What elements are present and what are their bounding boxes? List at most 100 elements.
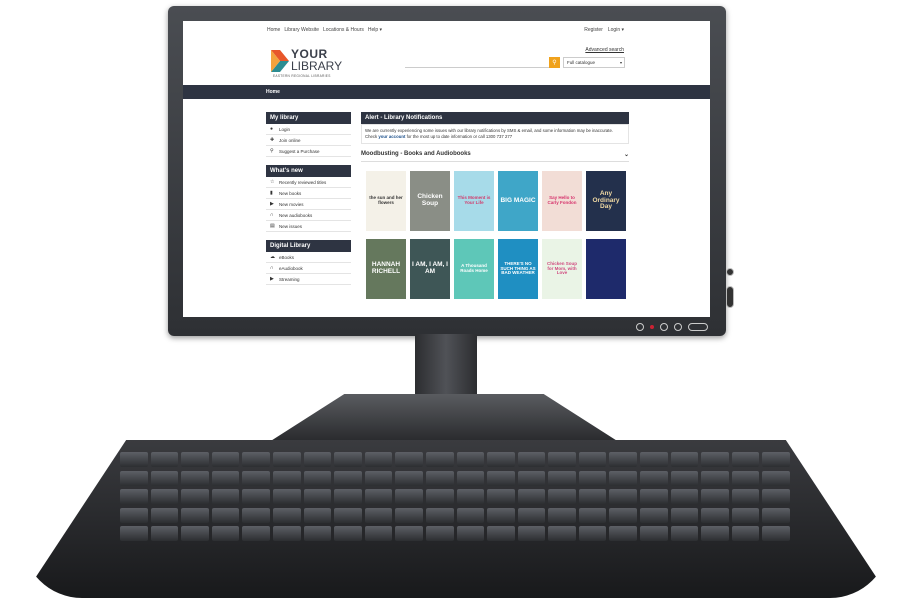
chevron-down-icon[interactable]: ⌄: [624, 151, 629, 158]
search-bar: ⚲ Full catalogue: [405, 56, 625, 68]
book-cover[interactable]: BIG MAGIC: [498, 171, 538, 231]
keyboard-key: [578, 526, 607, 542]
keyboard-key: [731, 489, 760, 505]
breadcrumb-home[interactable]: Home: [183, 85, 710, 99]
keyboard-key: [150, 452, 179, 467]
catalogue-select[interactable]: Full catalogue: [563, 56, 625, 68]
nav-home[interactable]: Home: [267, 27, 280, 33]
browser-screen: Home Library Website Locations & Hours H…: [183, 21, 710, 317]
keyboard-key: [303, 507, 332, 523]
search-icon: ⚲: [552, 59, 557, 66]
book-cover[interactable]: Any Ordinary Day: [586, 171, 626, 231]
keyboard-key: [762, 507, 790, 523]
keyboard-key: [211, 470, 240, 486]
side-button-icon[interactable]: [726, 268, 734, 276]
keyboard-key: [242, 452, 270, 467]
keyboard-key: [395, 489, 423, 505]
keyboard-key: [364, 507, 393, 523]
keyboard-key: [578, 489, 607, 505]
keyboard-key: [181, 452, 209, 467]
alert-title: Alert - Library Notifications: [361, 112, 629, 124]
keyboard-key: [640, 526, 668, 542]
keyboard-key: [670, 452, 699, 467]
sidebar-item-label: New books: [279, 190, 302, 196]
keyboard-key: [334, 507, 362, 523]
nav-library-website[interactable]: Library Website: [284, 27, 319, 33]
keyboard-key: [487, 452, 515, 467]
advanced-search-link[interactable]: Advanced search: [585, 47, 624, 53]
book-cover[interactable]: Chicken Soup for Mom, with Love: [542, 239, 582, 299]
sidebar-item-eaudiobook[interactable]: ∩ eAudiobook: [266, 263, 351, 274]
book-cover[interactable]: THERE'S NO SUCH THING AS BAD WEATHER: [498, 239, 538, 299]
keyboard-key: [211, 526, 240, 542]
keyboard-key: [334, 470, 362, 486]
sidebar-item-new-issues[interactable]: ▤ New issues: [266, 221, 351, 232]
nav-login[interactable]: Login ▾: [608, 27, 624, 33]
keyboard-key: [425, 470, 454, 486]
my-library-heading: My library: [266, 112, 351, 124]
nav-locations-hours[interactable]: Locations & Hours: [323, 27, 364, 33]
side-slider-icon[interactable]: [726, 286, 734, 308]
keyboard-key: [211, 489, 240, 505]
book-cover[interactable]: A Thousand Roads Home: [454, 239, 494, 299]
magnify-icon: ⚲: [270, 148, 274, 154]
keyboard-key: [120, 470, 148, 486]
keyboard-key: [211, 452, 240, 467]
nav-help[interactable]: Help ▾: [368, 27, 382, 33]
sidebar-item-login[interactable]: ● Login: [266, 124, 351, 135]
book-cover[interactable]: Chicken Soup: [410, 171, 450, 231]
cloud-icon: ☁: [270, 254, 275, 260]
keyboard-key: [334, 526, 362, 542]
book-cover[interactable]: I AM, I AM, I AM: [410, 239, 450, 299]
sidebar-item-new-audiobooks[interactable]: ∩ New audiobooks: [266, 210, 351, 221]
sidebar-item-new-books[interactable]: ▮ New books: [266, 188, 351, 199]
keyboard-key: [731, 470, 760, 486]
keyboard-key: [670, 489, 699, 505]
sidebar-item-streaming[interactable]: ▶ Streaming: [266, 274, 351, 285]
search-input[interactable]: [405, 56, 549, 68]
newspaper-icon: ▤: [270, 223, 275, 229]
nav-register[interactable]: Register: [584, 27, 603, 33]
keyboard-key: [640, 452, 668, 467]
user-icon: ●: [270, 126, 274, 132]
keyboard-key: [181, 507, 209, 523]
power-dot-icon[interactable]: [636, 323, 644, 331]
book-cover[interactable]: HANNAH RICHELL: [366, 239, 406, 299]
keyboard-key: [334, 489, 362, 505]
sidebar-item-label: Recently reviewed titles: [279, 179, 327, 185]
book-cover[interactable]: This Moment is Your Life: [454, 171, 494, 231]
keyboard-key: [456, 507, 485, 523]
keyboard-key: [517, 452, 546, 467]
adjust-button-icon[interactable]: [674, 323, 682, 331]
book-cover[interactable]: [586, 239, 626, 299]
keyboard-key: [395, 507, 423, 523]
sidebar-item-label: New audiobooks: [279, 212, 313, 218]
keyboard-key: [731, 507, 760, 523]
whats-new-heading: What's new: [266, 165, 351, 177]
search-button[interactable]: ⚲: [549, 56, 560, 68]
keyboard-key: [120, 507, 148, 523]
keyboard-key: [181, 470, 209, 486]
keyboard-key: [701, 489, 729, 505]
moodbusting-header[interactable]: Moodbusting - Books and Audiobooks ⌄: [361, 148, 629, 162]
keyboard-key: [425, 526, 454, 542]
sidebar-item-join[interactable]: ✚ Join online: [266, 135, 351, 146]
sidebar-item-reviewed[interactable]: ☆ Recently reviewed titles: [266, 177, 351, 188]
alert-text: for the most up to date information or c…: [406, 134, 513, 139]
main-content: Alert - Library Notifications We are cur…: [361, 112, 629, 299]
keyboard-key: [395, 470, 423, 486]
sidebar-item-suggest[interactable]: ⚲ Suggest a Purchase: [266, 146, 351, 157]
menu-button-icon[interactable]: [660, 323, 668, 331]
keyboard-key: [242, 489, 270, 505]
keyboard-key: [609, 507, 638, 523]
sidebar-item-ebooks[interactable]: ☁ eBooks: [266, 252, 351, 263]
monitor-buttons: [636, 323, 708, 331]
input-button-icon[interactable]: [688, 323, 708, 331]
sidebar-item-label: New issues: [279, 223, 303, 229]
keyboard-key: [609, 470, 638, 486]
your-account-link[interactable]: your account: [378, 134, 405, 139]
book-cover[interactable]: the sun and her flowers: [366, 171, 406, 231]
book-cover[interactable]: Say Hello to Carly Fondon: [542, 171, 582, 231]
keyboard-key: [487, 507, 515, 523]
sidebar-item-new-movies[interactable]: ▶ New movies: [266, 199, 351, 210]
